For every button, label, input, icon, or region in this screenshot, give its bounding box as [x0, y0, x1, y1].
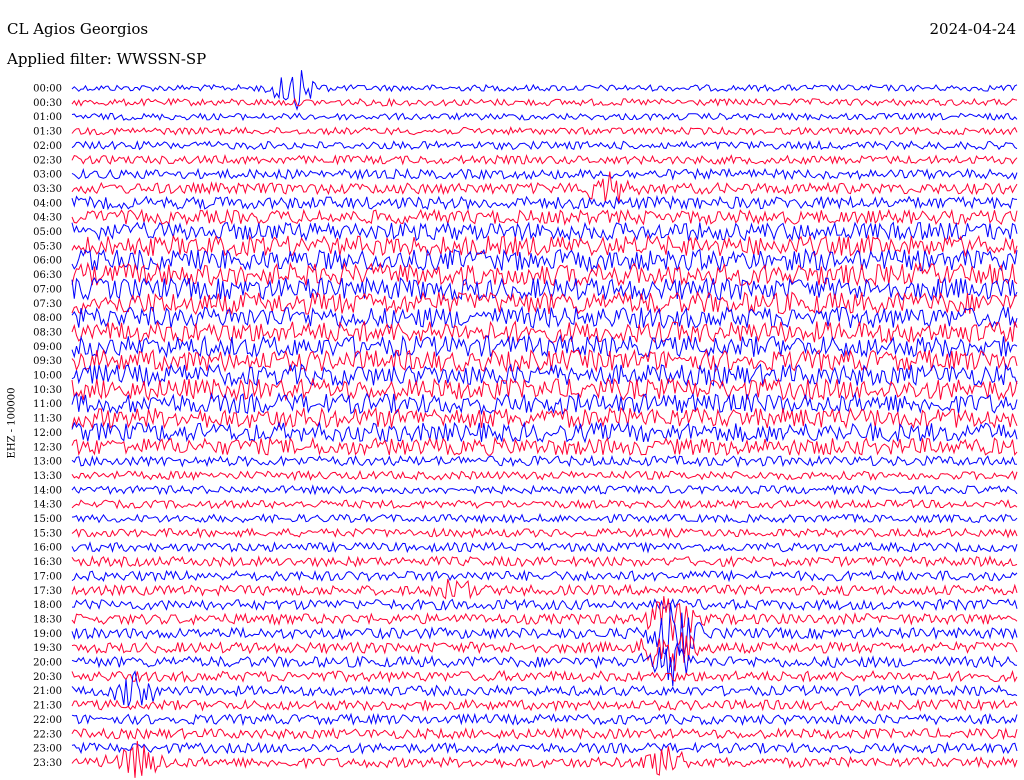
row-label-1500: 15:00	[33, 514, 62, 525]
trace-0230	[71, 153, 1018, 166]
row-label-1830: 18:30	[33, 614, 62, 625]
trace-0100	[71, 112, 1018, 122]
trace-1530	[71, 527, 1018, 539]
row-label-0230: 02:30	[33, 155, 62, 166]
trace-0930	[71, 348, 1018, 373]
trace-2230	[71, 727, 1018, 741]
trace-1800	[72, 598, 1018, 612]
trace-1300	[71, 454, 1018, 468]
row-label-1000: 10:00	[33, 371, 62, 382]
trace-0300	[71, 167, 1018, 181]
row-label-2000: 20:00	[33, 658, 62, 669]
trace-2300	[71, 741, 1018, 755]
trace-0400	[71, 194, 1018, 211]
row-label-0430: 04:30	[33, 213, 62, 224]
trace-0600	[71, 248, 1018, 273]
row-label-1030: 10:30	[33, 385, 62, 396]
row-label-0530: 05:30	[33, 241, 62, 252]
row-label-0830: 08:30	[33, 327, 62, 338]
row-label-1530: 15:30	[33, 528, 62, 539]
row-label-0700: 07:00	[33, 284, 62, 295]
row-label-1130: 11:30	[33, 414, 62, 425]
trace-1500	[71, 513, 1018, 524]
trace-0500	[71, 220, 1018, 242]
trace-1630	[71, 555, 1018, 569]
row-label-2130: 21:30	[33, 701, 62, 712]
row-label-2330: 23:30	[33, 758, 62, 769]
trace-0530	[71, 234, 1018, 258]
row-label-0000: 00:00	[33, 84, 62, 95]
row-label-2200: 22:00	[33, 715, 62, 726]
trace-1200	[71, 421, 1018, 444]
row-label-1600: 16:00	[33, 543, 62, 554]
row-label-1700: 17:00	[33, 571, 62, 582]
row-label-0600: 06:00	[33, 256, 62, 267]
row-label-0730: 07:30	[33, 299, 62, 310]
trace-1230	[71, 436, 1018, 457]
trace-1400	[71, 484, 1018, 496]
trace-1330	[71, 469, 1018, 482]
row-label-1900: 19:00	[33, 629, 62, 640]
row-label-2300: 23:00	[33, 744, 62, 755]
trace-1430	[71, 498, 1018, 510]
trace-0430	[71, 208, 1018, 226]
trace-0200	[71, 139, 1018, 151]
trace-0130	[71, 126, 1018, 136]
row-label-1230: 12:30	[33, 442, 62, 453]
trace-0030	[71, 97, 1018, 108]
trace-1900	[71, 603, 1018, 656]
row-label-1800: 18:00	[33, 600, 62, 611]
row-label-1300: 13:00	[33, 457, 62, 468]
trace-1600	[71, 541, 1018, 554]
row-label-1400: 14:00	[33, 485, 62, 496]
row-tick-labels: 00:00 00:30 01:00 01:30 02:00 02:30 03:00 03:30…	[33, 84, 62, 769]
row-label-0630: 06:30	[33, 270, 62, 281]
trace-1730	[71, 578, 1018, 600]
row-label-0100: 01:00	[33, 112, 62, 123]
row-label-1730: 17:30	[33, 586, 62, 597]
trace-2030	[71, 669, 1018, 684]
row-label-2230: 22:30	[33, 729, 62, 740]
row-label-0030: 00:30	[33, 98, 62, 109]
trace-2330	[71, 740, 1018, 778]
row-label-0400: 04:00	[33, 198, 62, 209]
trace-1100	[71, 391, 1018, 416]
row-label-1330: 13:30	[33, 471, 62, 482]
row-label-1930: 19:30	[33, 643, 62, 654]
row-label-0200: 02:00	[33, 141, 62, 152]
seismogram-traces	[71, 70, 1018, 778]
row-label-2100: 21:00	[33, 686, 62, 697]
row-label-1200: 12:00	[33, 428, 62, 439]
seismogram-plot: 00:00 00:30 01:00 01:30 02:00 02:30 03:00 03:30…	[33, 70, 1018, 778]
row-label-1430: 14:30	[33, 500, 62, 511]
row-label-0130: 01:30	[33, 127, 62, 138]
row-label-1630: 16:30	[33, 557, 62, 568]
trace-2200	[71, 712, 1018, 727]
trace-0630	[71, 261, 1018, 287]
trace-2130	[71, 698, 1018, 712]
row-label-2030: 20:30	[33, 672, 62, 683]
trace-1700	[71, 569, 1018, 583]
row-label-0800: 08:00	[33, 313, 62, 324]
trace-1830	[71, 596, 1018, 641]
row-label-0330: 03:30	[33, 184, 62, 195]
row-label-0300: 03:00	[33, 170, 62, 181]
trace-2000	[71, 642, 1018, 687]
row-label-0930: 09:30	[33, 356, 62, 367]
row-label-0900: 09:00	[33, 342, 62, 353]
row-label-0500: 05:00	[33, 227, 62, 238]
row-label-1100: 11:00	[33, 399, 62, 410]
